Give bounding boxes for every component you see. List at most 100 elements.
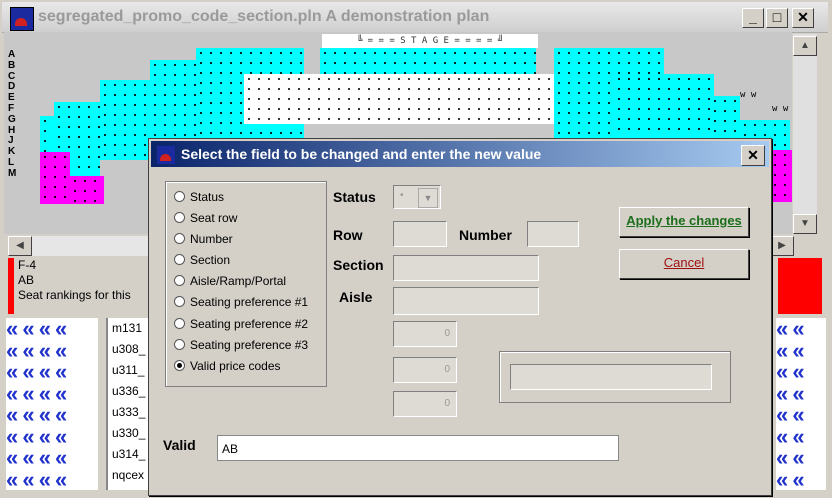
app-icon [10, 7, 34, 31]
radio-button-icon[interactable] [174, 254, 185, 265]
chevron-icon: « « « « [6, 337, 67, 363]
chevron-icon: « « [776, 423, 805, 449]
title-bar: segregated_promo_code_section.pln A demo… [2, 2, 828, 33]
number-field[interactable] [527, 221, 579, 247]
seat-marks-1: w w [740, 90, 757, 100]
left-chevron-panel: « « « « « « « « « « « « « « « « « « « « … [6, 318, 98, 490]
radio-seat-row[interactable]: Seat row [174, 211, 237, 225]
right-chevron-panel: « « « « « « « « « « « « « « « « [776, 318, 826, 490]
chevron-icon: « « [776, 337, 805, 363]
row-labels: A B C D E F G H J K L M [8, 49, 17, 180]
radio-button-icon[interactable] [174, 318, 185, 329]
radio-pref-2[interactable]: Seating preference #2 [174, 317, 308, 331]
chevron-icon: « « « « [6, 402, 67, 427]
aisle-field[interactable] [393, 287, 539, 315]
scroll-right-button[interactable]: ▶ [770, 236, 794, 256]
maximize-button[interactable]: □ [766, 8, 788, 28]
price-code-field[interactable] [510, 364, 712, 390]
chevron-icon: « « [776, 402, 805, 427]
stage-label: ╚ = = = S T A G E = = = = ╝ [322, 34, 538, 48]
chevron-icon: « « « « [6, 466, 67, 490]
chevron-icon: « « « « [6, 359, 67, 384]
chevron-down-icon[interactable]: ▼ [418, 188, 438, 208]
seat-block-magenta-left[interactable] [40, 152, 70, 204]
chevron-icon: « « [776, 359, 805, 384]
radio-label: Section [190, 253, 231, 267]
row-label: M [8, 167, 17, 179]
section-label: Section [333, 257, 384, 273]
chevron-icon: « « « « [6, 318, 67, 341]
chevron-icon: « « [776, 380, 805, 406]
radio-label: Status [190, 190, 225, 204]
radio-button-icon[interactable] [174, 339, 185, 350]
window-title: segregated_promo_code_section.pln A demo… [38, 8, 490, 25]
radio-pref-1[interactable]: Seating preference #1 [174, 295, 308, 309]
radio-section[interactable]: Section [174, 253, 230, 267]
radio-button-selected-icon[interactable] [174, 360, 185, 371]
radio-label: Aisle/Ramp/Portal [190, 274, 287, 288]
seat-block-magenta-right[interactable] [770, 150, 792, 202]
seat-info-line: F-4 [18, 258, 36, 272]
row-label: B [8, 59, 16, 71]
window-close-button[interactable]: ✕ [792, 8, 814, 28]
seat-marks-2: w w [772, 104, 789, 114]
dialog-app-icon [157, 146, 175, 164]
chevron-icon: « « [776, 466, 805, 490]
seat-block-magenta-left2[interactable] [70, 176, 104, 204]
scroll-down-button[interactable]: ▼ [793, 214, 817, 234]
chevron-icon: « « « « [6, 445, 67, 470]
valid-label: Valid [163, 437, 196, 453]
pref-2-field[interactable]: 0 [393, 357, 457, 383]
dialog-title: Select the field to be changed and enter… [181, 146, 542, 162]
seat-block-center-front[interactable] [320, 48, 536, 74]
radio-button-icon[interactable] [174, 275, 185, 286]
seat-info-panel: F-4 AB Seat rankings for this [8, 258, 148, 314]
pref-3-field[interactable]: 0 [393, 391, 457, 417]
main-window: segregated_promo_code_section.pln A demo… [0, 0, 832, 498]
radio-button-icon[interactable] [174, 212, 185, 223]
number-label: Number [459, 227, 512, 243]
radio-pref-3[interactable]: Seating preference #3 [174, 338, 308, 352]
cancel-button[interactable]: Cancel [619, 249, 749, 279]
dialog-title-bar: Select the field to be changed and enter… [151, 141, 769, 167]
status-select[interactable]: • ▼ [393, 185, 441, 209]
radio-button-icon[interactable] [174, 233, 185, 244]
radio-label: Valid price codes [190, 359, 281, 373]
dialog-close-button[interactable]: ✕ [741, 145, 765, 166]
radio-label: Number [190, 232, 233, 246]
radio-number[interactable]: Number [174, 232, 233, 246]
row-label: G [8, 113, 16, 125]
radio-label: Seating preference #2 [190, 317, 309, 331]
valid-price-codes-input[interactable]: AB [217, 435, 619, 461]
seat-block-left-mid[interactable] [150, 60, 196, 150]
seat-block-left-outer[interactable] [100, 80, 150, 160]
radio-valid-price-codes[interactable]: Valid price codes [174, 359, 281, 373]
seat-block-left-edge[interactable] [40, 116, 54, 152]
seat-info-line: Seat rankings for this [18, 288, 131, 302]
radio-button-icon[interactable] [174, 191, 185, 202]
chevron-icon: « « « « [6, 380, 67, 406]
field-options-group: Status Seat row Number Section Aisle/Ram… [165, 181, 327, 387]
radio-label: Seat row [190, 211, 238, 225]
status-value: • [400, 190, 404, 201]
radio-aisle[interactable]: Aisle/Ramp/Portal [174, 274, 286, 288]
scroll-up-button[interactable]: ▲ [793, 36, 817, 56]
scroll-left-button[interactable]: ◀ [8, 236, 32, 256]
aisle-label: Aisle [339, 289, 373, 305]
section-field[interactable] [393, 255, 539, 281]
pref-1-field[interactable]: 0 [393, 321, 457, 347]
price-code-group [499, 351, 731, 403]
chevron-icon: « « « « [6, 423, 67, 449]
row-field[interactable] [393, 221, 447, 247]
chevron-icon: « « [776, 318, 805, 341]
status-color-bar [778, 258, 822, 314]
radio-label: Seating preference #1 [190, 295, 309, 309]
apply-changes-button[interactable]: Apply the changes [619, 207, 749, 237]
chevron-icon: « « [776, 445, 805, 470]
radio-status[interactable]: Status [174, 190, 224, 204]
radio-label: Seating preference #3 [190, 338, 309, 352]
minimize-button[interactable]: _ [742, 8, 764, 28]
change-field-dialog: Select the field to be changed and enter… [148, 138, 772, 496]
vertical-scrollbar[interactable]: ▲ ▼ [793, 34, 817, 234]
radio-button-icon[interactable] [174, 296, 185, 307]
